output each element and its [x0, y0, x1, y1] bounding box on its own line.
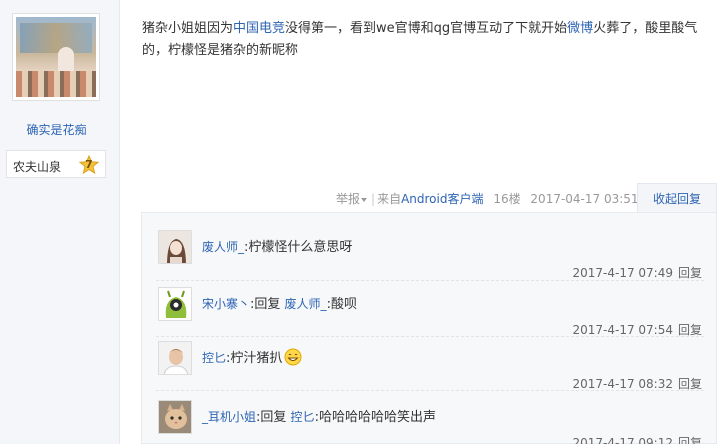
- reply-text: 宋小寨丶:回复 废人师_:酸呗: [202, 293, 357, 312]
- badge-label: 农夫山泉: [13, 160, 62, 174]
- reply-content: :酸呗: [326, 297, 357, 312]
- client-link[interactable]: Android客户端: [401, 192, 483, 206]
- reply-content: :哈哈哈哈哈哈笑出声: [314, 410, 436, 425]
- reply-meta: 2017-4-17 07:49 回复: [572, 264, 702, 281]
- reply-button[interactable]: 回复: [678, 377, 702, 391]
- level-star-icon: 7: [79, 155, 99, 175]
- reply-text: _耳机小姐:回复 控匕:哈哈哈哈哈哈笑出声: [202, 406, 436, 425]
- source-label: 来自: [377, 192, 402, 206]
- post-timestamp: 2017-04-17 03:51: [530, 192, 639, 206]
- collapse-reply-button[interactable]: 收起回复: [637, 183, 717, 213]
- reply-content: :柠汁猪扒: [226, 351, 283, 366]
- reply-username[interactable]: 宋小寨丶: [202, 297, 250, 311]
- floor-number: 16楼: [493, 192, 521, 206]
- reply-username[interactable]: 控匕: [202, 351, 226, 365]
- reply-item: _耳机小姐:回复 控匕:哈哈哈哈哈哈笑出声 2017-4-17 09:12 回复: [142, 396, 718, 444]
- reply-divider: [156, 390, 704, 391]
- reply-content: :柠檬怪什么意思呀: [244, 240, 353, 255]
- reply-time: 2017-4-17 09:12: [572, 436, 673, 444]
- green-monster-avatar-icon[interactable]: [158, 287, 192, 321]
- post-text-2: 没得第一，看到we官博和qg官博互动了下就开始: [285, 21, 568, 36]
- reply-target-user[interactable]: 控匕: [291, 410, 315, 424]
- reply-text: 废人师_:柠檬怪什么意思呀: [202, 236, 352, 255]
- report-button[interactable]: 举报: [336, 192, 360, 206]
- reply-text: 控匕:柠汁猪扒: [202, 347, 302, 366]
- report-dropdown-icon[interactable]: [361, 197, 368, 202]
- reply-button[interactable]: 回复: [678, 436, 702, 444]
- reply-item: 宋小寨丶:回复 废人师_:酸呗 2017-4-17 07:54 回复: [142, 283, 718, 339]
- reply-button[interactable]: 回复: [678, 266, 702, 280]
- reply-time: 2017-4-17 08:32: [572, 377, 673, 391]
- post-link-weibo[interactable]: 微博: [567, 21, 593, 36]
- girl-avatar-icon[interactable]: [158, 230, 192, 264]
- author-username[interactable]: 确实是花痴: [0, 121, 113, 138]
- post-text-1: 猪杂小姐姐因为: [142, 21, 234, 36]
- reply-time: 2017-4-17 07:49: [572, 266, 673, 280]
- avatar-image: [16, 17, 96, 97]
- badge-level: 7: [85, 158, 93, 171]
- reply-item: 废人师_:柠檬怪什么意思呀 2017-4-17 07:49 回复: [142, 226, 718, 282]
- reply-button[interactable]: 回复: [678, 323, 702, 337]
- post-link-esports[interactable]: 中国电竞: [233, 21, 285, 36]
- post-footer: 举报 | 来自Android客户端 16楼 2017-04-17 03:51: [336, 192, 639, 206]
- man-avatar-icon[interactable]: [158, 341, 192, 375]
- reply-target-user[interactable]: 废人师_: [285, 297, 327, 311]
- member-badge[interactable]: 农夫山泉 7: [6, 150, 106, 178]
- reply-prefix: :回复: [256, 410, 287, 425]
- reply-username[interactable]: _耳机小姐: [202, 410, 256, 424]
- grin-emoji-icon: [284, 348, 302, 366]
- cat-avatar-icon[interactable]: [158, 400, 192, 434]
- author-avatar[interactable]: [12, 13, 100, 101]
- reply-prefix: :回复: [250, 297, 281, 312]
- reply-meta: 2017-4-17 09:12 回复: [572, 434, 702, 444]
- reply-list: 废人师_:柠檬怪什么意思呀 2017-4-17 07:49 回复 宋小寨丶:回复 …: [141, 212, 717, 444]
- author-sidebar: 确实是花痴 农夫山泉 7: [0, 0, 120, 444]
- reply-divider: [156, 280, 704, 281]
- reply-time: 2017-4-17 07:54: [572, 323, 673, 337]
- post-content: 猪杂小姐姐因为中国电竞没得第一，看到we官博和qg官博互动了下就开始微博火葬了，…: [142, 18, 712, 62]
- reply-username[interactable]: 废人师_: [202, 240, 244, 254]
- reply-item: 控匕:柠汁猪扒 2017-4-17 08:32 回复: [142, 337, 718, 393]
